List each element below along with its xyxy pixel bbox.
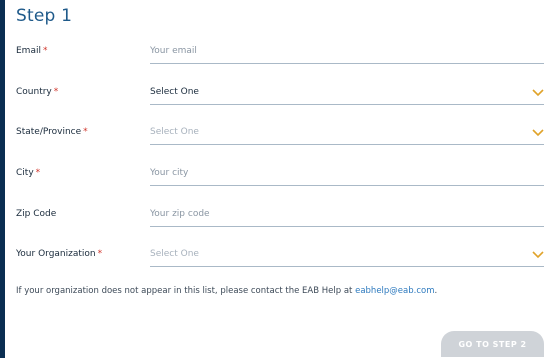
zip-code-row: Zip Code Your zip code <box>16 195 544 235</box>
city-field[interactable]: Your city <box>150 160 544 186</box>
page-title: Step 1 <box>16 6 73 26</box>
left-accent-bar <box>0 0 5 358</box>
city-label-text: City <box>16 168 34 178</box>
required-marker: * <box>42 46 48 56</box>
city-row: City * Your city <box>16 154 544 194</box>
required-marker: * <box>35 168 41 178</box>
zip-code-field[interactable]: Your zip code <box>150 201 544 227</box>
state-province-label: State/Province * <box>16 127 88 137</box>
state-province-row: State/Province * Select One <box>16 113 544 153</box>
state-province-select[interactable]: Select One <box>150 119 544 145</box>
country-label-text: Country <box>16 87 52 97</box>
organization-select[interactable]: Select One <box>150 241 544 267</box>
organization-label-text: Your Organization <box>16 249 96 259</box>
organization-label: Your Organization * <box>16 249 102 259</box>
chevron-down-icon[interactable] <box>532 88 544 98</box>
email-label-text: Email <box>16 46 41 56</box>
email-field[interactable]: Your email <box>150 38 544 64</box>
zip-code-placeholder: Your zip code <box>150 209 210 219</box>
go-to-step-2-button[interactable]: GO TO STEP 2 <box>441 331 544 357</box>
country-select[interactable]: Select One <box>150 79 544 105</box>
state-province-selected-value: Select One <box>150 127 199 137</box>
required-marker: * <box>83 127 88 137</box>
organization-row: Your Organization * Select One <box>16 235 544 275</box>
zip-code-label: Zip Code <box>16 209 58 219</box>
state-province-label-text: State/Province <box>16 127 82 137</box>
help-note-end: . <box>434 286 438 296</box>
country-label: Country * <box>16 87 58 97</box>
help-note-text: If your organization does not appear in … <box>16 286 356 296</box>
chevron-down-icon[interactable] <box>532 128 544 138</box>
zip-code-label-text: Zip Code <box>16 209 57 219</box>
help-email-link[interactable]: eabhelp@eab.com <box>355 286 434 296</box>
organization-help-note: If your organization does not appear in … <box>16 286 437 296</box>
required-marker: * <box>53 87 59 97</box>
country-row: Country * Select One <box>16 73 544 113</box>
city-placeholder: Your city <box>150 168 189 178</box>
city-label: City * <box>16 168 40 178</box>
country-selected-value: Select One <box>150 87 199 97</box>
email-row: Email * Your email <box>16 32 544 72</box>
chevron-down-icon[interactable] <box>532 250 544 260</box>
email-label: Email * <box>16 46 47 56</box>
organization-selected-value: Select One <box>150 249 199 259</box>
required-marker: * <box>97 249 103 259</box>
email-placeholder: Your email <box>150 46 197 56</box>
